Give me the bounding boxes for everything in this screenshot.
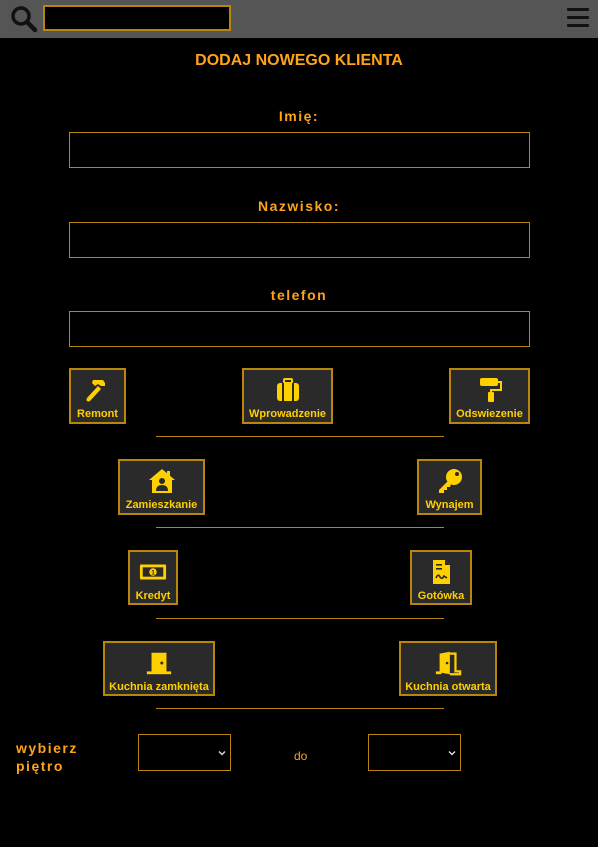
paint-roller-icon <box>479 378 502 402</box>
phone-field[interactable] <box>69 311 530 347</box>
floor-to-label: do <box>294 749 308 763</box>
kredyt-button[interactable]: 1 Kredyt <box>128 550 178 605</box>
floor-from-select[interactable] <box>138 734 231 771</box>
wprowadzenie-button[interactable]: Wprowadzenie <box>242 368 333 424</box>
floor-to-select[interactable] <box>368 734 461 771</box>
door-open-icon <box>435 651 462 676</box>
last-name-label: Nazwisko: <box>258 198 340 214</box>
door-closed-icon <box>146 652 172 675</box>
last-name-field[interactable] <box>69 222 530 258</box>
remont-button[interactable]: Remont <box>69 368 126 424</box>
kuchnia-zamknieta-button[interactable]: Kuchnia zamknięta <box>103 641 215 696</box>
divider <box>156 527 444 528</box>
remont-label: Remont <box>77 408 118 420</box>
chevron-down-icon <box>218 751 226 756</box>
divider <box>156 708 444 709</box>
page-title: DODAJ NOWEGO KLIENTA <box>195 52 403 69</box>
odswiezenie-button[interactable]: Odswiezenie <box>449 368 530 424</box>
kredyt-label: Kredyt <box>135 590 171 602</box>
wprowadzenie-label: Wprowadzenie <box>248 408 326 420</box>
hammer-icon <box>86 380 105 402</box>
divider <box>156 436 444 437</box>
top-bar <box>0 0 598 38</box>
first-name-field[interactable] <box>69 132 530 168</box>
file-invoice-icon <box>433 560 450 584</box>
search-icon[interactable] <box>10 5 38 33</box>
divider <box>156 618 444 619</box>
kuchnia-zamknieta-label: Kuchnia zamknięta <box>109 681 209 693</box>
phone-label: telefon <box>270 287 328 303</box>
suitcase-icon <box>276 378 299 401</box>
floor-label: wybierz piętro <box>16 740 78 774</box>
gotowka-label: Gotówka <box>417 590 465 602</box>
search-input[interactable] <box>43 5 231 31</box>
hamburger-menu-icon[interactable] <box>567 8 589 30</box>
house-user-icon <box>148 469 175 493</box>
svg-text:1: 1 <box>151 569 155 576</box>
wynajem-button[interactable]: Wynajem <box>417 459 482 515</box>
key-icon <box>438 469 462 493</box>
first-name-label: Imię: <box>278 108 320 124</box>
wynajem-label: Wynajem <box>425 499 474 511</box>
chevron-down-icon <box>448 751 456 756</box>
zamieszkanie-label: Zamieszkanie <box>125 499 198 511</box>
money-bill-icon: 1 <box>139 564 167 580</box>
odswiezenie-label: Odswiezenie <box>456 408 523 420</box>
zamieszkanie-button[interactable]: Zamieszkanie <box>118 459 205 515</box>
kuchnia-otwarta-label: Kuchnia otwarta <box>405 681 491 693</box>
kuchnia-otwarta-button[interactable]: Kuchnia otwarta <box>399 641 497 696</box>
gotowka-button[interactable]: Gotówka <box>410 550 472 605</box>
